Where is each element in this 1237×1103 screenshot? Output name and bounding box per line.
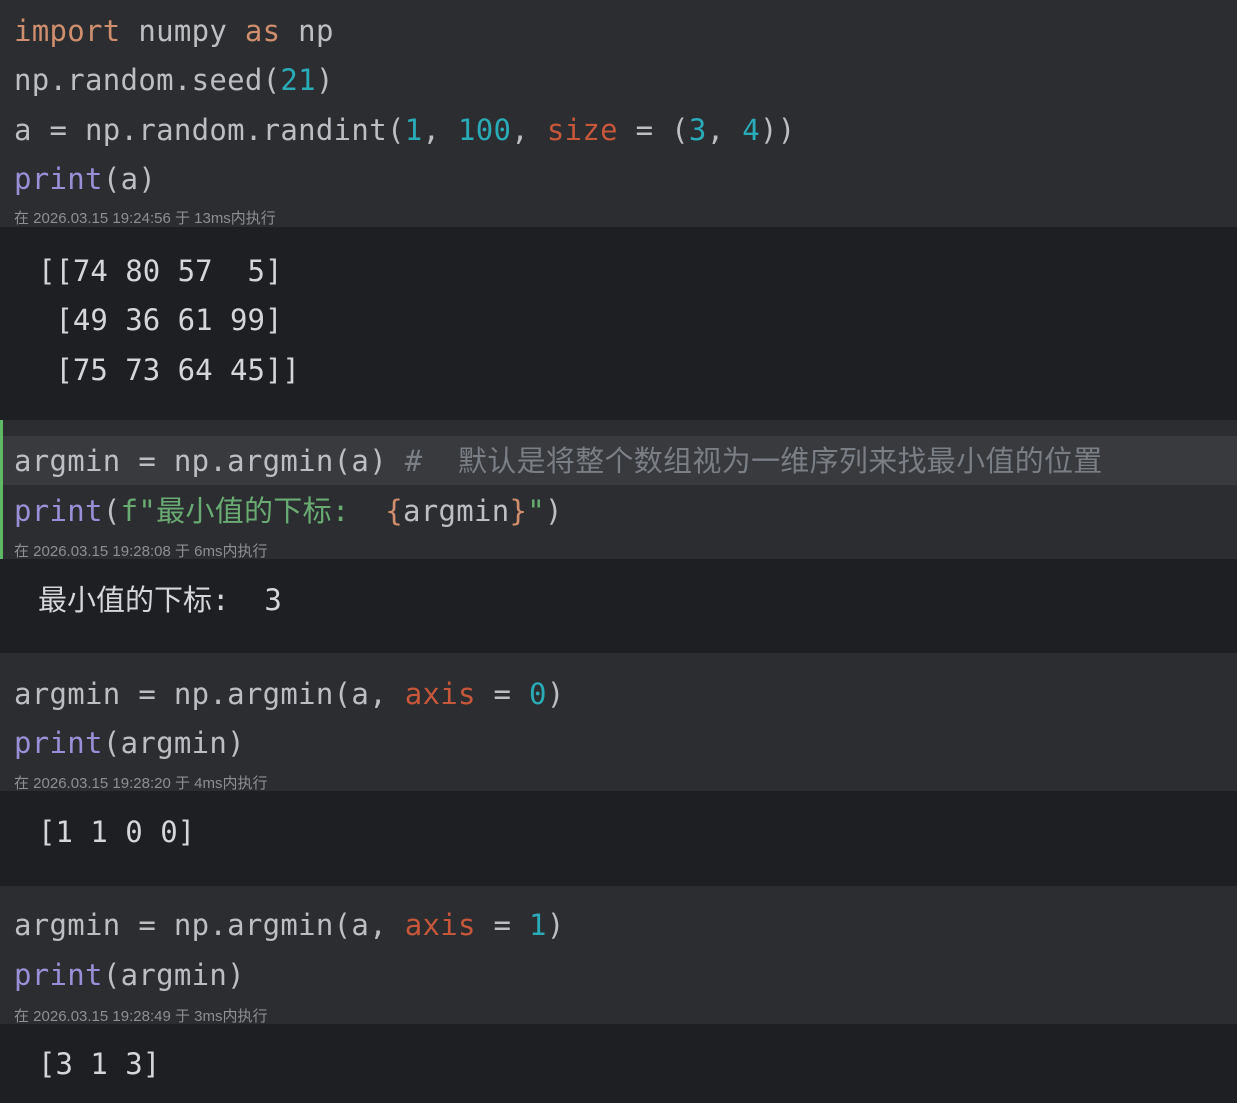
cell-output: 最小值的下标: 3 <box>0 559 1237 653</box>
code-token: f"最小值的下标: <box>120 494 386 528</box>
code-token: 100 <box>458 113 512 147</box>
code-token: a = np.random.randint( <box>14 113 405 147</box>
code-token: 1 <box>404 113 423 147</box>
code-token: as <box>244 14 281 48</box>
code-token: ) <box>545 494 563 528</box>
code-token: (argmin) <box>102 958 245 992</box>
code-token: np <box>280 14 334 48</box>
code-line[interactable]: argmin = np.argmin(a, axis = 0) <box>14 670 565 719</box>
code-token: , <box>706 113 743 147</box>
code-line[interactable]: print(f"最小值的下标: {argmin}") <box>14 487 563 536</box>
code-line[interactable]: a = np.random.randint(1, 100, size = (3,… <box>14 106 796 155</box>
code-line[interactable]: np.random.seed(21) <box>14 56 334 105</box>
code-token: size <box>546 113 618 147</box>
code-token: import <box>14 14 121 48</box>
code-token: 21 <box>280 63 316 97</box>
output-line: [1 1 0 0] <box>38 815 196 849</box>
code-token: print <box>14 726 103 760</box>
code-line[interactable]: argmin = np.argmin(a, axis = 1) <box>14 901 565 950</box>
code-token: { <box>385 494 403 528</box>
code-line[interactable]: argmin = np.argmin(a) # 默认是将整个数组视为一维序列来找… <box>14 437 1103 486</box>
execution-info: 在 2026.03.15 19:28:20 于 4ms内执行 <box>14 775 268 792</box>
code-token: } <box>509 494 528 528</box>
code-token: ) <box>546 677 565 711</box>
code-token: 3 <box>688 113 707 147</box>
code-token: print <box>14 958 103 992</box>
code-token: 1 <box>529 908 547 942</box>
code-token: axis <box>404 908 476 942</box>
code-line[interactable]: print(argmin) <box>14 719 245 768</box>
code-token: )) <box>759 113 796 147</box>
code-token: = ( <box>617 113 689 147</box>
code-token: ) <box>546 908 565 942</box>
code-cell[interactable]: import numpy as np np.random.seed(21) a = … <box>0 0 1237 227</box>
execution-info: 在 2026.03.15 19:24:56 于 13ms内执行 <box>14 210 276 227</box>
execution-info: 在 2026.03.15 19:28:49 于 3ms内执行 <box>14 1008 268 1025</box>
code-line[interactable]: print(a) <box>14 155 156 204</box>
code-token: print <box>14 494 103 528</box>
code-token: (argmin) <box>102 726 245 760</box>
code-token: ( <box>102 494 121 528</box>
code-line[interactable]: print(argmin) <box>14 951 245 1000</box>
code-line[interactable]: import numpy as np <box>14 7 334 56</box>
code-token: = <box>475 677 530 711</box>
code-token: np.random.seed( <box>14 63 281 97</box>
cell-output: [[74 80 57 5] [49 36 61 99] [75 73 64 45… <box>0 227 1237 420</box>
output-line: [75 73 64 45]] <box>38 353 300 387</box>
code-token: numpy <box>120 14 245 48</box>
output-line: 最小值的下标: 3 <box>38 583 282 617</box>
code-token: axis <box>404 677 476 711</box>
code-token: print <box>14 162 103 196</box>
code-token: = <box>475 908 530 942</box>
code-token: argmin = np.argmin(a) <box>14 444 405 478</box>
code-token: (a) <box>102 162 157 196</box>
output-line: [3 1 3] <box>38 1047 161 1081</box>
code-cell[interactable]: argmin = np.argmin(a) # 默认是将整个数组视为一维序列来找… <box>0 420 1237 560</box>
code-token: argmin <box>402 494 510 528</box>
code-token: 4 <box>742 113 760 147</box>
code-token: 0 <box>529 677 547 711</box>
cell-output: [1 1 0 0] <box>0 791 1237 886</box>
code-token: , <box>511 113 547 147</box>
output-line: [[74 80 57 5] <box>38 254 283 288</box>
code-cell[interactable]: argmin = np.argmin(a, axis = 0) print(arg… <box>0 653 1237 792</box>
code-token: ) <box>315 63 334 97</box>
code-token: # 默认是将整个数组视为一维序列来找最小值的位置 <box>404 444 1103 478</box>
code-token: " <box>527 494 546 528</box>
cell-output: [3 1 3] <box>0 1024 1237 1103</box>
code-token: argmin = np.argmin(a, <box>14 677 405 711</box>
execution-info: 在 2026.03.15 19:28:08 于 6ms内执行 <box>14 543 268 560</box>
code-token: , <box>422 113 459 147</box>
code-token: argmin = np.argmin(a, <box>14 908 405 942</box>
output-line: [49 36 61 99] <box>38 303 283 337</box>
code-cell[interactable]: argmin = np.argmin(a, axis = 1) print(arg… <box>0 886 1237 1025</box>
